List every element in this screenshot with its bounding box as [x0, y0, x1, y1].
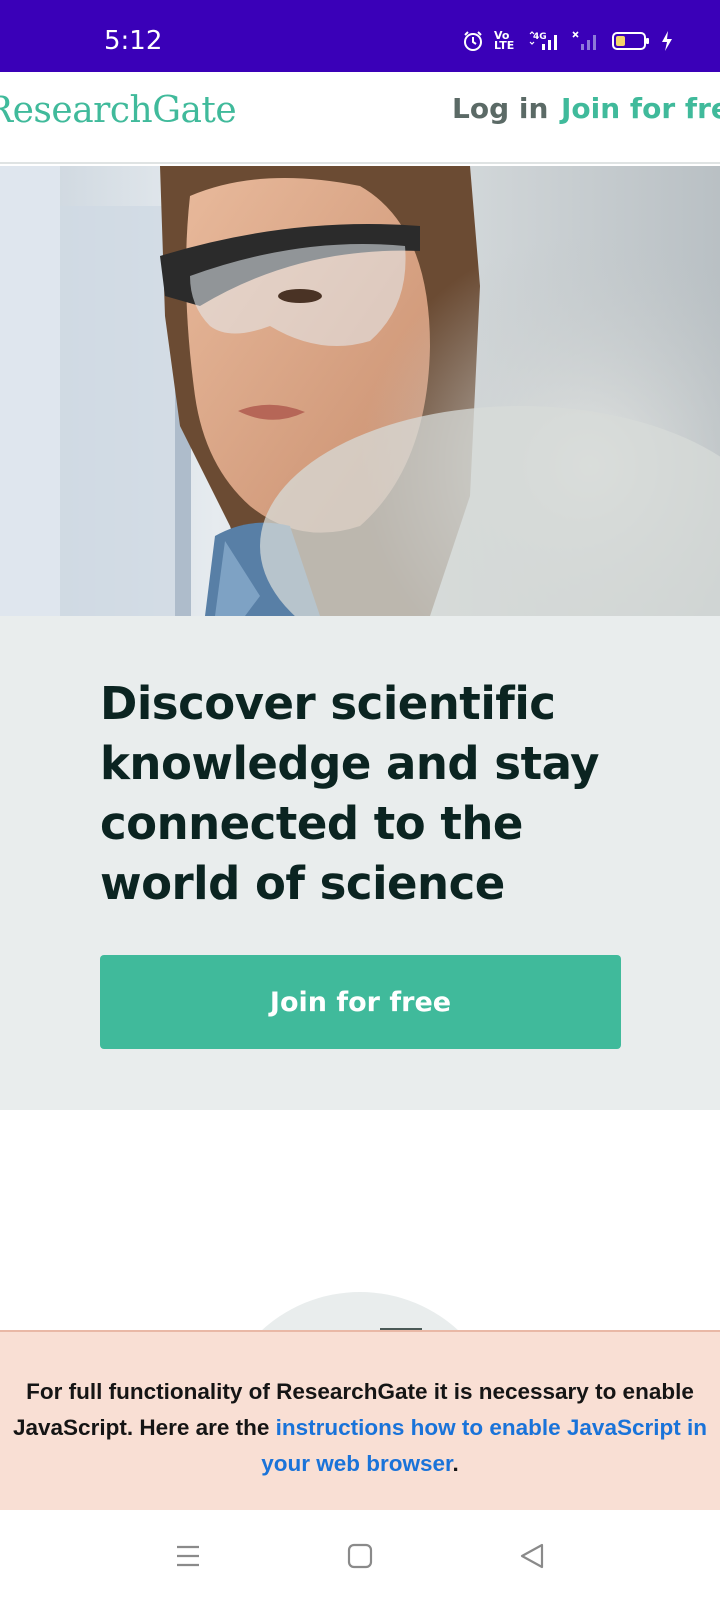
volte-icon: Vo LTE — [494, 29, 515, 52]
feature-section — [0, 1110, 720, 1330]
join-for-free-link[interactable]: Join for free — [561, 92, 720, 125]
menu-icon[interactable] — [166, 1534, 210, 1578]
join-for-free-button[interactable]: Join for free — [100, 955, 621, 1049]
signal-4g-icon: 4G — [528, 30, 562, 52]
javascript-notice: For full functionality of ResearchGate i… — [0, 1330, 720, 1510]
site-header: ResearchGate Log in Join for free — [0, 72, 720, 164]
system-navigation-bar — [0, 1510, 720, 1600]
hero-image — [0, 166, 720, 616]
notice-text: For full functionality of ResearchGate i… — [8, 1374, 712, 1482]
status-bar: 5:12 Vo LTE 4G — [0, 0, 720, 72]
status-icons: Vo LTE 4G — [462, 30, 674, 52]
signal-no-service-icon — [572, 30, 602, 52]
status-time: 5:12 — [104, 26, 163, 56]
hero-panel: Discover scientific knowledge and stay c… — [0, 616, 720, 1110]
notice-text-after: . — [452, 1451, 459, 1476]
charging-icon — [660, 30, 674, 52]
feature-illustration — [215, 1292, 505, 1330]
scientist-photo — [0, 166, 720, 616]
network-label: 4G — [533, 32, 547, 42]
hero-title: Discover scientific knowledge and stay c… — [100, 677, 599, 910]
alarm-icon — [462, 30, 484, 52]
login-link[interactable]: Log in — [452, 92, 548, 125]
battery-icon — [612, 30, 650, 52]
back-icon[interactable] — [510, 1534, 554, 1578]
home-icon[interactable] — [338, 1534, 382, 1578]
researchgate-logo[interactable]: ResearchGate — [0, 90, 237, 131]
enable-javascript-link[interactable]: instructions how to enable JavaScript in… — [261, 1415, 707, 1476]
